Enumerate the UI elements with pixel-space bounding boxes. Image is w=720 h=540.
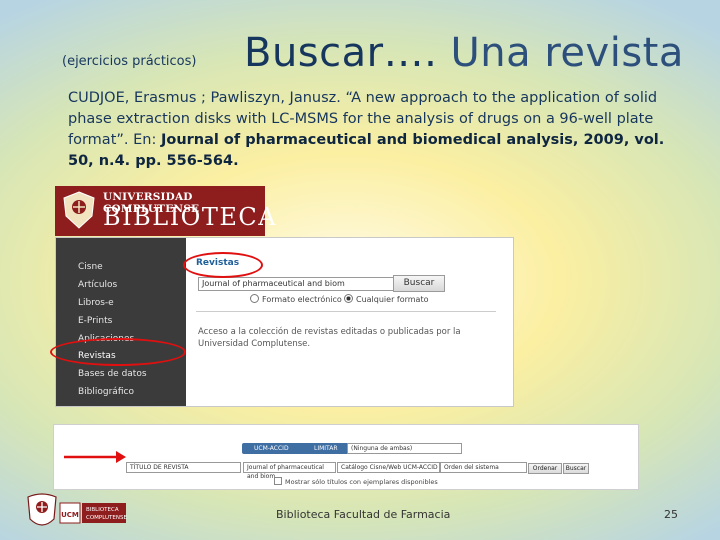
sidebar-item-bases-de-datos[interactable]: Bases de datos [78, 369, 147, 379]
order-button[interactable]: Ordenar [528, 463, 562, 474]
footer-logo-text1: BIBLIOTECA [86, 507, 119, 513]
citation-text: CUDJOE, Erasmus ; Pawliszyn, Janusz. “A … [68, 88, 668, 172]
radio-electronic-label: Formato electrónico [262, 295, 342, 304]
title-part1: Buscar…. [244, 30, 438, 76]
library-name: BIBLIOTECA [103, 203, 278, 231]
library-banner: UNIVERSIDAD COMPLUTENSE BIBLIOTECA [55, 186, 276, 236]
search-panel: Cisne Artículos Libros-e E-Prints Aplica… [55, 237, 514, 407]
annotation-ellipse-revistas-sidebar [50, 338, 186, 366]
sort-select[interactable]: Orden del sistema [440, 462, 527, 473]
slide-subtitle: (ejercicios prácticos) [62, 54, 197, 69]
ucm-accid-button[interactable]: UCM-ACCID [242, 443, 308, 454]
radio-dot-selected[interactable] [344, 294, 353, 303]
catalog-select[interactable]: Catálogo Cisne/Web UCM-ACCID [337, 462, 440, 473]
sidebar-item-cisne[interactable]: Cisne [78, 262, 103, 272]
svg-text:UCM: UCM [61, 511, 79, 519]
radio-any-format[interactable]: Cualquier formato [344, 294, 429, 304]
scope-select[interactable]: (Ninguna de ambas) [347, 443, 462, 454]
collection-info-text: Acceso a la colección de revistas editad… [198, 327, 461, 349]
search-button[interactable]: Buscar [393, 275, 445, 292]
checkbox-box[interactable] [274, 477, 282, 485]
footer-logos: UCM BIBLIOTECA COMPLUTENSE [27, 493, 127, 526]
divider [196, 311, 496, 312]
checkbox-label: Mostrar sólo títulos con ejemplares disp… [285, 478, 438, 486]
annotation-ellipse-revistas-tab [183, 252, 263, 278]
university-seal-icon [63, 191, 95, 229]
page-number: 25 [664, 508, 678, 521]
sidebar-item-libros-e[interactable]: Libros-e [78, 298, 114, 308]
catalog-search-strip: UCM-ACCID LIMITAR (Ninguna de ambas) TÍT… [53, 424, 639, 490]
sidebar-nav: Cisne Artículos Libros-e E-Prints Aplica… [56, 238, 186, 406]
field-select[interactable]: TÍTULO DE REVISTA [126, 462, 241, 473]
slide-title: Buscar…. Una revista [244, 30, 684, 76]
radio-any-label: Cualquier formato [356, 295, 429, 304]
radio-dot[interactable] [250, 294, 259, 303]
catalog-search-button[interactable]: Buscar [563, 463, 589, 474]
sidebar-item-bibliografico[interactable]: Bibliográfico [78, 387, 134, 397]
sidebar-item-articulos[interactable]: Artículos [78, 280, 117, 290]
radio-electronic-format[interactable]: Formato electrónico [250, 294, 342, 304]
journal-search-input[interactable]: Journal of pharmaceutical and biom [198, 277, 394, 291]
available-only-checkbox[interactable]: Mostrar sólo títulos con ejemplares disp… [274, 477, 438, 486]
title-part2: Una revista [437, 30, 684, 76]
footer-logo-text2: COMPLUTENSE [86, 515, 127, 521]
footer-caption: Biblioteca Facultad de Farmacia [276, 508, 451, 521]
sidebar-item-e-prints[interactable]: E-Prints [78, 316, 112, 326]
crest-icon [27, 493, 57, 526]
annotation-arrow-icon [64, 451, 126, 463]
catalog-query-input[interactable]: Journal of pharmaceutical and biom [243, 462, 336, 480]
